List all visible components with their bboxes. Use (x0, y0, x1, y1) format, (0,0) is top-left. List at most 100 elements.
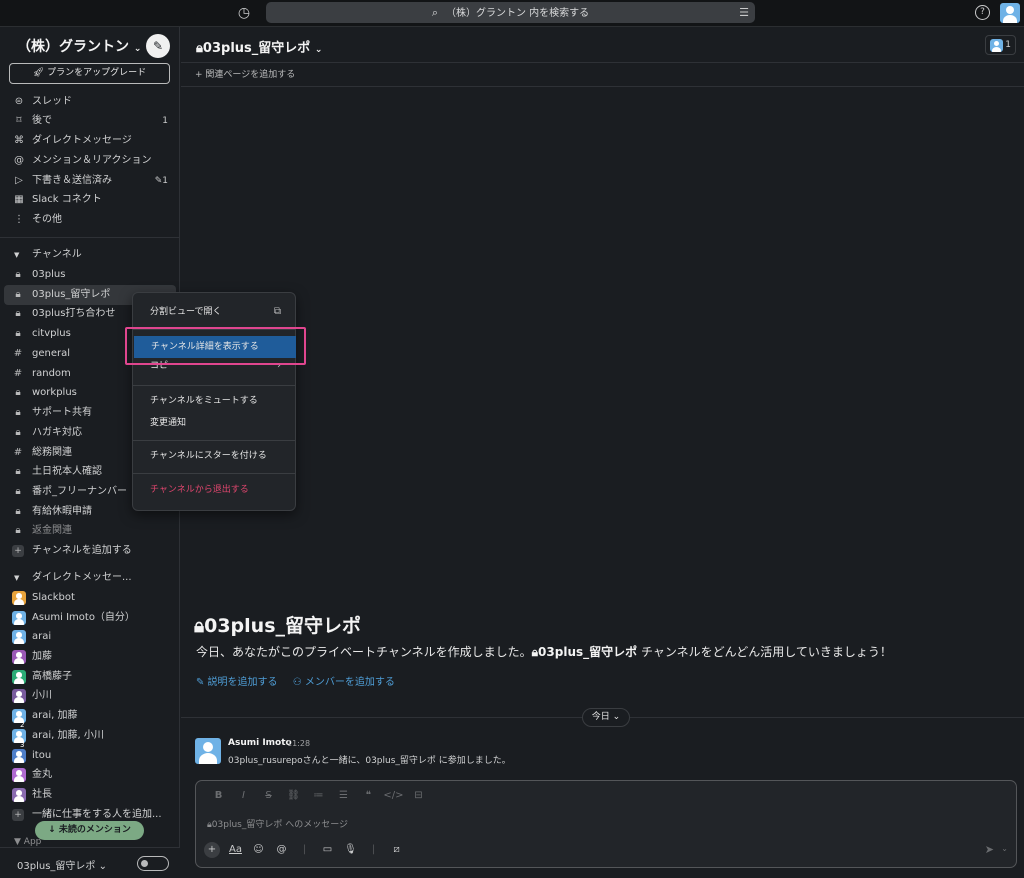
dm-item-label: arai (32, 631, 52, 642)
dm-item[interactable]: arai (4, 627, 176, 647)
channel-item[interactable]: 🔒︎ 返金関連 (4, 521, 176, 541)
dm-item-label: 金丸 (32, 769, 52, 780)
dm-item[interactable]: Slackbot (4, 588, 176, 608)
menu-star-channel[interactable]: チャンネルにスターを付ける (133, 445, 295, 467)
menu-mute-channel[interactable]: チャンネルをミュートする (133, 390, 295, 412)
add-channel-button[interactable]: + チャンネルを追加する (4, 541, 176, 561)
italic-icon[interactable]: I (231, 790, 256, 801)
menu-change-notifications[interactable]: 変更通知 (133, 412, 295, 434)
dm-item-label: arai, 加藤 (32, 710, 78, 721)
message-avatar[interactable] (195, 738, 221, 764)
attach-plus-icon[interactable]: + (204, 842, 220, 858)
search-icon: ⌕ (431, 6, 438, 19)
dm-section-header[interactable]: ▼ ダイレクトメッセー... (0, 568, 180, 588)
history-icon[interactable]: ◷ (236, 5, 252, 21)
highlight-annotation-box (125, 327, 306, 365)
message-composer[interactable]: B I S ⛓︎ ≔ ☰ ❝ </> ⊟ 🔒︎03plus_留守レポ へのメッセージ + Aa ☺ @… (195, 780, 1017, 868)
dm-avatar (12, 670, 26, 684)
menu-leave-channel[interactable]: チャンネルから退出する (133, 479, 295, 501)
dm-item[interactable]: 高橋藤子 (4, 667, 176, 687)
channel-item[interactable]: 🔒︎ 03plus (4, 265, 176, 285)
menu-separator (133, 385, 295, 386)
link-icon[interactable]: ⛓︎ (281, 790, 306, 801)
dm-item[interactable]: 3 arai, 加藤, 小川 (4, 726, 176, 749)
hash-icon: # (13, 348, 23, 359)
add-bookmark-button[interactable]: + 関連ページを追加する (181, 62, 1024, 87)
lock-icon: 🔒︎ (15, 308, 21, 319)
workspace-name[interactable]: （株）グラントン ⌄ (17, 36, 141, 56)
dm-item[interactable]: 加藤 (4, 647, 176, 667)
message-timestamp[interactable]: 11:28 (287, 739, 310, 748)
channels-section-header[interactable]: ▼ チャンネル (0, 245, 180, 265)
bullet-list-icon[interactable]: ☰ (331, 790, 356, 801)
at-icon: @ (14, 155, 24, 166)
dm-item-label: arai, 加藤, 小川 (32, 730, 104, 741)
divider (0, 237, 180, 238)
members-button[interactable]: 1 (985, 35, 1016, 55)
message-author[interactable]: Asumi Imoto (228, 738, 292, 748)
add-members-link[interactable]: ⚇ メンバーを追加する (293, 677, 395, 688)
message-input[interactable]: 🔒︎03plus_留守レポ へのメッセージ (207, 817, 348, 830)
huddle-toggle[interactable] (137, 856, 169, 871)
lock-icon: 🔒︎ (15, 506, 21, 517)
dm-item[interactable]: 2 arai, 加藤 (4, 706, 176, 729)
nav-slack-connect[interactable]: ▦ Slack コネクト (0, 190, 180, 210)
dm-item[interactable]: 社長 (4, 785, 176, 805)
compose-button[interactable]: ✎ (146, 34, 170, 58)
code-icon[interactable]: </> (381, 790, 406, 801)
strike-icon[interactable]: S (256, 790, 281, 801)
bold-icon[interactable]: B (206, 790, 231, 801)
upgrade-button[interactable]: 🚀︎ プランをアップグレード (9, 63, 170, 84)
nav-threads[interactable]: ⊜ スレッド (0, 92, 180, 112)
unread-mentions-button[interactable]: ↓ 未読のメンション (35, 821, 144, 840)
add-description-link[interactable]: ✎ 説明を追加する (196, 677, 278, 688)
lock-icon: 🔒︎ (15, 328, 21, 339)
help-icon[interactable]: ? (975, 5, 990, 20)
nav-more[interactable]: ⋮ その他 (0, 210, 180, 230)
caret-down-icon: ▼ (14, 251, 20, 259)
dm-avatar (12, 689, 26, 703)
split-view-icon: ⧉ (273, 306, 281, 317)
chevron-down-icon[interactable]: ⌄ (1001, 844, 1008, 853)
lock-icon: 🔒︎ (15, 466, 21, 477)
building-icon: ▦ (14, 194, 24, 205)
nav-dms[interactable]: ⌘ ダイレクトメッセージ (0, 131, 180, 151)
channel-title[interactable]: 🔒︎03plus_留守レポ ⌄ (196, 37, 322, 56)
nav-drafts[interactable]: ▷ 下書き＆送信済み ✎1 (0, 171, 180, 191)
microphone-icon[interactable]: 🎙︎ (339, 844, 362, 855)
bookmark-icon: ⌑ (16, 115, 22, 126)
dm-item[interactable]: 小川 (4, 686, 176, 706)
code-block-icon[interactable]: ⊟ (406, 790, 431, 801)
nav-mentions[interactable]: @ メンション＆リアクション (0, 151, 180, 171)
menu-open-split-view[interactable]: 分割ビューで開く ⧉ (133, 301, 295, 323)
shortcut-icon[interactable]: ⧄ (385, 844, 408, 855)
lock-icon: 🔒︎ (15, 387, 21, 398)
search-bar[interactable]: ⌕ （株）グラントン 内を検索する ☰ (266, 2, 755, 23)
nav-later[interactable]: ⌑ 後で 1 (0, 111, 180, 131)
current-channel-switcher[interactable]: 03plus_留守レポ ⌄ (17, 857, 107, 872)
video-icon[interactable]: ▭ (316, 844, 339, 855)
formatting-toolbar: B I S ⛓︎ ≔ ☰ ❝ </> ⊟ (206, 790, 431, 801)
send-icon[interactable]: ➤ (985, 843, 994, 856)
lock-icon: 🔒︎ (15, 289, 21, 300)
dm-item-label: 高橋藤子 (32, 671, 72, 682)
caret-down-icon: ▼ (14, 574, 20, 582)
lock-icon: 🔒︎ (196, 41, 203, 56)
threads-icon: ⊜ (14, 96, 24, 107)
emoji-icon[interactable]: ☺ (247, 844, 270, 855)
dm-item[interactable]: 金丸 (4, 765, 176, 785)
date-jump-button[interactable]: 今日 ⌄ (582, 708, 630, 727)
dm-item[interactable]: itou (4, 746, 176, 766)
sidebar-footer: 03plus_留守レポ ⌄ (0, 847, 180, 878)
search-text: （株）グラントン 内を検索する (445, 8, 590, 19)
dm-avatar (12, 768, 26, 782)
user-avatar[interactable] (1000, 3, 1020, 23)
plus-icon: + (12, 809, 24, 821)
app-section-header[interactable]: ▼ App (14, 837, 41, 847)
quote-icon[interactable]: ❝ (356, 790, 381, 801)
ordered-list-icon[interactable]: ≔ (306, 790, 331, 801)
filter-icon[interactable]: ☰ (739, 2, 749, 23)
mention-icon[interactable]: @ (270, 844, 293, 855)
dm-item[interactable]: Asumi Imoto（自分） (4, 608, 176, 628)
text-format-icon[interactable]: Aa (224, 844, 247, 855)
